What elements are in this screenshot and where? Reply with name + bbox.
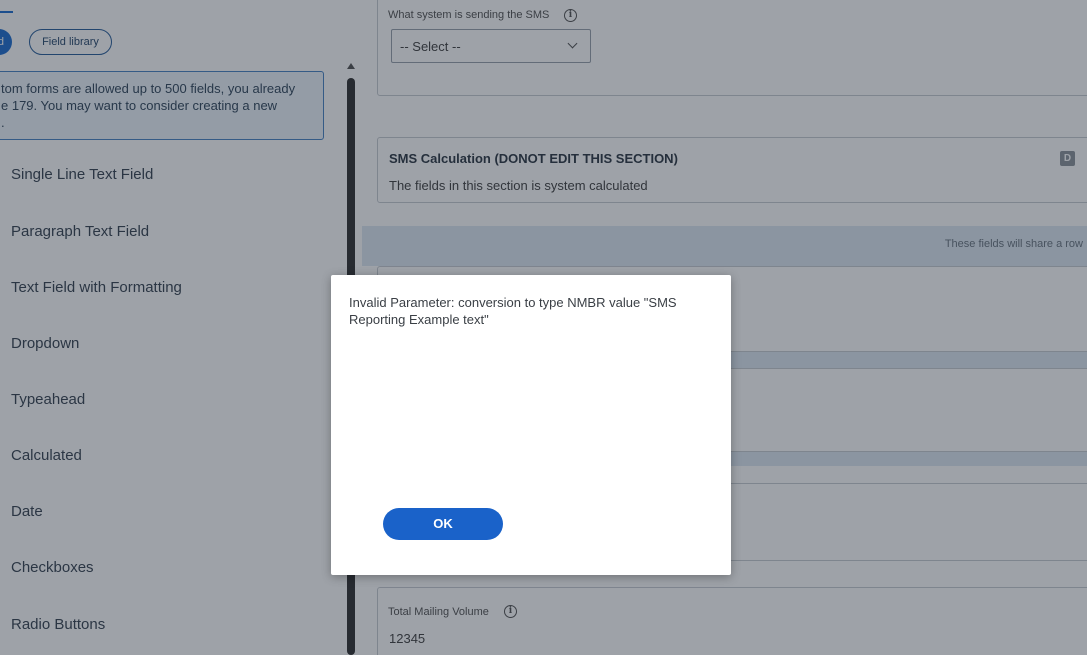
error-dialog: Invalid Parameter: conversion to type NM… [331,275,731,575]
error-message: Invalid Parameter: conversion to type NM… [349,295,677,327]
ok-button[interactable]: OK [383,508,503,540]
